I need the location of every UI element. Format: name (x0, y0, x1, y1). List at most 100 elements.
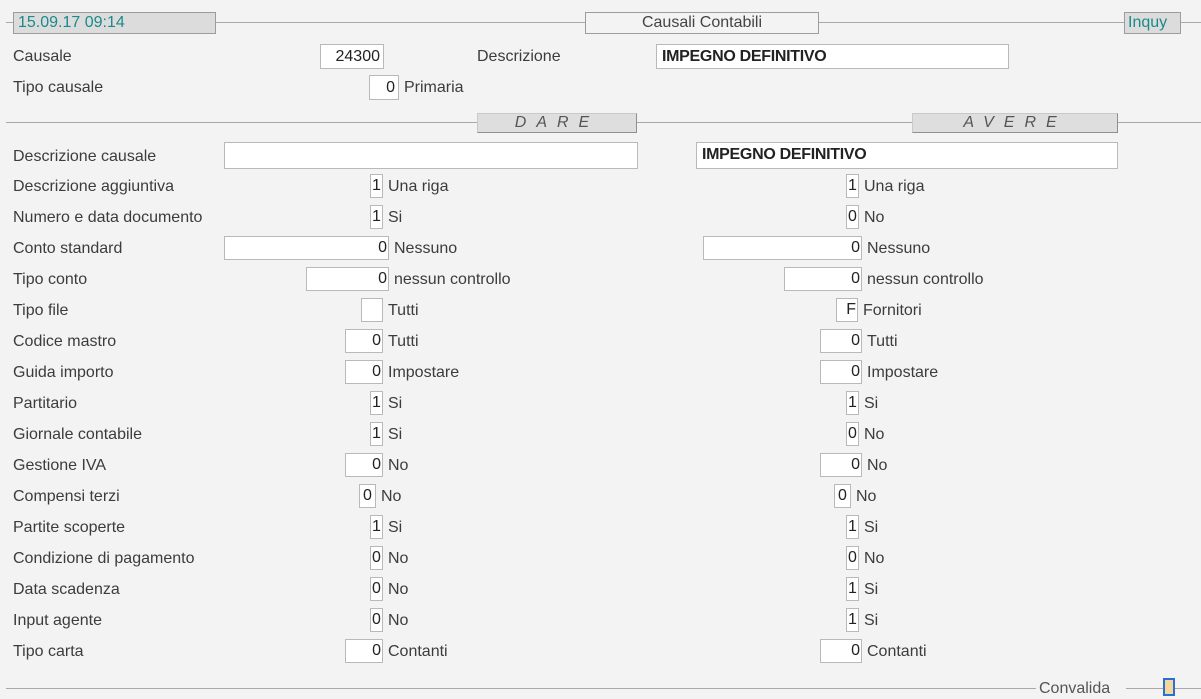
row-label: Giornale contabile (13, 426, 142, 443)
dare-descrizione-causale-field[interactable] (224, 142, 638, 169)
dare-code-text: No (388, 457, 409, 474)
row-label: Guida importo (13, 364, 114, 381)
avere-code-field[interactable]: 1 (846, 174, 859, 198)
mode-text: Inquy (1128, 14, 1168, 31)
avere-code-field[interactable]: F (836, 298, 858, 322)
row-label: Tipo conto (13, 271, 88, 288)
dare-code-text: Una riga (388, 178, 449, 195)
descrizione-causale-label: Descrizione causale (13, 148, 157, 165)
dare-code-text: Tutti (388, 302, 419, 319)
descrizione-field[interactable]: IMPEGNO DEFINITIVO (656, 44, 1009, 69)
dare-code-text: Nessuno (394, 240, 458, 257)
row-label: Gestione IVA (13, 457, 107, 474)
causale-label: Causale (13, 48, 72, 65)
dare-code-text: Tutti (388, 333, 419, 350)
dare-code-field[interactable]: 0 (370, 546, 383, 570)
dare-code-field[interactable]: 0 (345, 453, 383, 477)
dare-code-field[interactable]: 0 (370, 577, 383, 601)
row-label: Compensi terzi (13, 488, 120, 505)
avere-descrizione-causale-field[interactable]: IMPEGNO DEFINITIVO (696, 142, 1118, 169)
avere-code-field[interactable]: 0 (846, 205, 859, 229)
dare-code-text: nessun controllo (394, 271, 511, 288)
datetime-box: 15.09.17 09:14 (13, 12, 216, 34)
row-label: Input agente (13, 612, 102, 629)
avere-code-text: Fornitori (863, 302, 922, 319)
avere-code-text: nessun controllo (867, 271, 984, 288)
avere-code-text: Si (864, 581, 879, 598)
dare-code-field[interactable]: 1 (370, 515, 383, 539)
avere-code-field[interactable]: 0 (784, 267, 862, 291)
dare-code-field[interactable]: 1 (370, 205, 383, 229)
screen-title: Causali Contabili (585, 12, 819, 34)
row-label: Descrizione aggiuntiva (13, 178, 174, 195)
datetime-value: 15.09.17 09:14 (18, 14, 125, 31)
mode-indicator[interactable]: Inquy (1124, 12, 1181, 34)
dare-code-field[interactable]: 0 (370, 608, 383, 632)
avere-code-text: Impostare (867, 364, 939, 381)
avere-code-text: No (864, 550, 885, 567)
dare-code-text: Si (388, 519, 403, 536)
dare-code-field[interactable]: 0 (345, 329, 383, 353)
dare-code-field[interactable] (361, 298, 383, 322)
dare-code-field[interactable]: 0 (345, 639, 383, 663)
avere-code-text: No (864, 426, 885, 443)
dare-code-text: Impostare (388, 364, 460, 381)
dare-header: DARE (477, 113, 637, 133)
dare-code-text: No (388, 550, 409, 567)
avere-header: AVERE (912, 113, 1118, 133)
avere-code-text: No (864, 209, 885, 226)
avere-code-text: Si (864, 395, 879, 412)
dare-code-text: No (388, 612, 409, 629)
dare-code-text: No (381, 488, 402, 505)
row-label: Condizione di pagamento (13, 550, 195, 567)
dare-code-field[interactable]: 0 (306, 267, 389, 291)
dare-code-field[interactable]: 1 (370, 391, 383, 415)
dare-code-text: Si (388, 426, 403, 443)
dare-code-field[interactable]: 0 (359, 484, 376, 508)
tipo-causale-text: Primaria (404, 79, 464, 96)
avere-code-field[interactable]: 1 (846, 577, 859, 601)
row-label: Data scadenza (13, 581, 120, 598)
avere-code-text: Nessuno (867, 240, 931, 257)
row-label: Conto standard (13, 240, 123, 257)
avere-code-field[interactable]: 0 (846, 422, 859, 446)
row-label: Tipo carta (13, 643, 84, 660)
avere-code-field[interactable]: 0 (834, 484, 851, 508)
footer-rule-left (6, 688, 1036, 689)
row-label: Tipo file (13, 302, 69, 319)
row-label: Partite scoperte (13, 519, 126, 536)
dare-code-text: Si (388, 395, 403, 412)
avere-code-text: Tutti (867, 333, 898, 350)
avere-code-text: Si (864, 612, 879, 629)
dare-code-text: Contanti (388, 643, 448, 660)
avere-code-text: Si (864, 519, 879, 536)
tipo-causale-label: Tipo causale (13, 79, 104, 96)
causale-field[interactable]: 24300 (320, 44, 384, 69)
dare-code-field[interactable]: 1 (370, 422, 383, 446)
tipo-causale-field[interactable]: 0 (369, 75, 399, 100)
dare-code-text: Si (388, 209, 403, 226)
avere-code-text: Una riga (864, 178, 925, 195)
avere-code-field[interactable]: 0 (820, 329, 862, 353)
avere-code-field[interactable]: 1 (846, 391, 859, 415)
avere-code-field[interactable]: 0 (846, 546, 859, 570)
dare-code-field[interactable]: 0 (224, 236, 389, 260)
row-label: Partitario (13, 395, 78, 412)
avere-code-text: Contanti (867, 643, 927, 660)
convalida-button[interactable] (1163, 678, 1175, 696)
avere-code-field[interactable]: 0 (820, 360, 862, 384)
avere-code-text: No (867, 457, 888, 474)
avere-code-field[interactable]: 1 (846, 608, 859, 632)
row-label: Codice mastro (13, 333, 117, 350)
dare-code-field[interactable]: 1 (370, 174, 383, 198)
convalida-label: Convalida (1039, 680, 1111, 697)
dare-code-text: No (388, 581, 409, 598)
screen-title-text: Causali Contabili (641, 14, 763, 31)
row-label: Numero e data documento (13, 209, 203, 226)
avere-code-field[interactable]: 1 (846, 515, 859, 539)
avere-code-field[interactable]: 0 (820, 453, 862, 477)
dare-code-field[interactable]: 0 (345, 360, 383, 384)
avere-code-field[interactable]: 0 (703, 236, 862, 260)
avere-code-field[interactable]: 0 (820, 639, 862, 663)
descrizione-label: Descrizione (477, 48, 561, 65)
